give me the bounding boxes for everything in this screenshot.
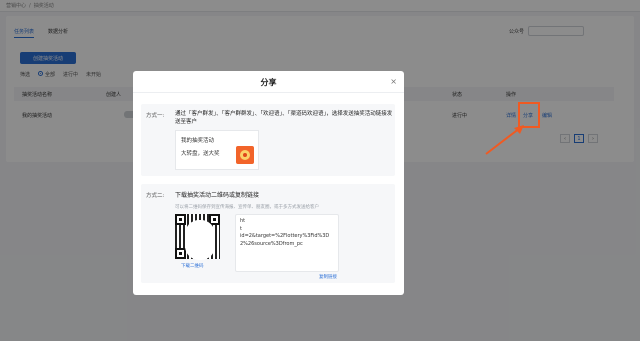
- share-method-1: 方式一: 通过「客户群发」、「客户群群发」、「欢迎语」、「渠道码欢迎语」，选择发…: [141, 104, 395, 176]
- wheel-thumbnail-icon: [236, 146, 254, 164]
- method-1-description: 通过「客户群发」、「客户群群发」、「欢迎语」、「渠道码欢迎语」，选择发送抽奖活动…: [175, 111, 393, 125]
- link-preview-card: 我的抽奖活动 大转盘，送大奖: [175, 130, 259, 170]
- divider: [133, 92, 404, 93]
- share-modal: 分享 × 方式一: 通过「客户群发」、「客户群群发」、「欢迎语」、「渠道码欢迎语…: [133, 71, 404, 295]
- method-2-label: 方式二:: [146, 193, 165, 199]
- method-2-hint: 可以将二维码保存到宣传海报、宣传单、朋友圈，或于多方式发送给客户: [175, 205, 319, 210]
- annotation-arrow-icon: [485, 125, 524, 155]
- share-method-2: 方式二: 下载抽奖活动二维码或复制链接 可以将二维码保存到宣传海报、宣传单、朋友…: [141, 184, 395, 283]
- download-qr-link[interactable]: 下载二维码: [181, 263, 204, 269]
- copy-link-button[interactable]: 复制链接: [319, 274, 337, 280]
- method-2-title: 下载抽奖活动二维码或复制链接: [175, 192, 260, 199]
- qr-code-icon: [175, 214, 220, 260]
- method-1-label: 方式一:: [146, 113, 165, 119]
- preview-subtitle: 大转盘，送大奖: [181, 151, 220, 157]
- close-icon[interactable]: ×: [390, 77, 397, 86]
- qr-code-block: 下载二维码: [175, 214, 220, 270]
- modal-title: 分享: [260, 78, 277, 87]
- preview-title: 我的抽奖活动: [181, 138, 215, 144]
- share-url-box[interactable]: ht t id=2&target=%2Flottery%3Fid%3D2%26s…: [235, 214, 339, 272]
- share-url-text: ht t id=2&target=%2Flottery%3Fid%3D2%26s…: [240, 218, 330, 247]
